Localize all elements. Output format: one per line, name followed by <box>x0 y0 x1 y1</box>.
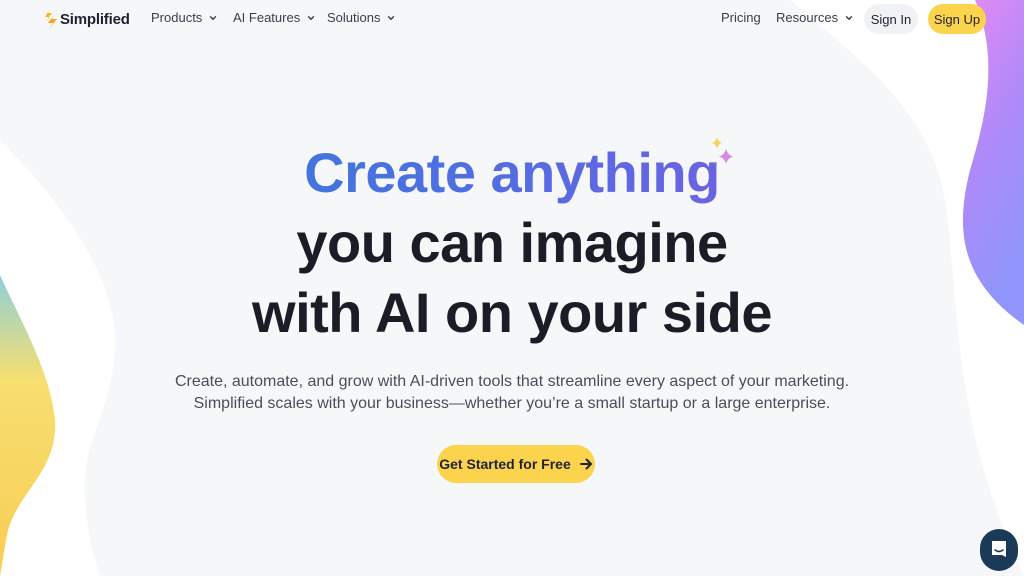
get-started-label: Get Started for Free <box>439 456 571 472</box>
top-navigation: Simplified Products AI Features Solution… <box>0 0 1024 38</box>
nav-resources-label: Resources <box>776 10 839 25</box>
hero-headline: Create anything you can imagine with AI … <box>0 138 1024 348</box>
headline-line-2: you can imagine <box>296 211 728 274</box>
get-started-button[interactable]: Get Started for Free <box>437 445 595 483</box>
brand-name: Simplified <box>60 10 130 28</box>
brand-logo[interactable]: Simplified <box>44 9 130 29</box>
arrow-right-icon <box>579 458 592 470</box>
chevron-down-icon <box>210 15 217 20</box>
chevron-down-icon <box>388 15 395 20</box>
nav-products[interactable]: Products <box>151 10 217 25</box>
headline-highlight: Create anything <box>0 138 1024 208</box>
nav-pricing[interactable]: Pricing <box>721 10 761 25</box>
chat-widget-button[interactable] <box>980 529 1018 571</box>
sparkle-icon <box>712 137 733 164</box>
lightning-logo-icon <box>45 9 57 29</box>
nav-resources[interactable]: Resources <box>776 10 853 25</box>
hero-subtitle: Create, automate, and grow with AI-drive… <box>0 371 1024 415</box>
subtitle-line-2: Simplified scales with your business—whe… <box>193 395 831 412</box>
nav-ai-features[interactable]: AI Features <box>233 10 315 25</box>
headline-line-3: with AI on your side <box>252 281 772 344</box>
nav-pricing-label: Pricing <box>721 10 761 25</box>
nav-solutions-label: Solutions <box>327 10 381 25</box>
nav-ai-features-label: AI Features <box>233 10 301 25</box>
nav-solutions[interactable]: Solutions <box>327 10 395 25</box>
chevron-down-icon <box>845 15 853 20</box>
chat-bubble-icon <box>992 541 1006 557</box>
sign-up-button[interactable]: Sign Up <box>928 4 986 34</box>
nav-products-label: Products <box>151 10 203 25</box>
chevron-down-icon <box>307 15 315 20</box>
subtitle-line-1: Create, automate, and grow with AI-drive… <box>174 373 850 390</box>
sign-in-button[interactable]: Sign In <box>864 4 918 34</box>
